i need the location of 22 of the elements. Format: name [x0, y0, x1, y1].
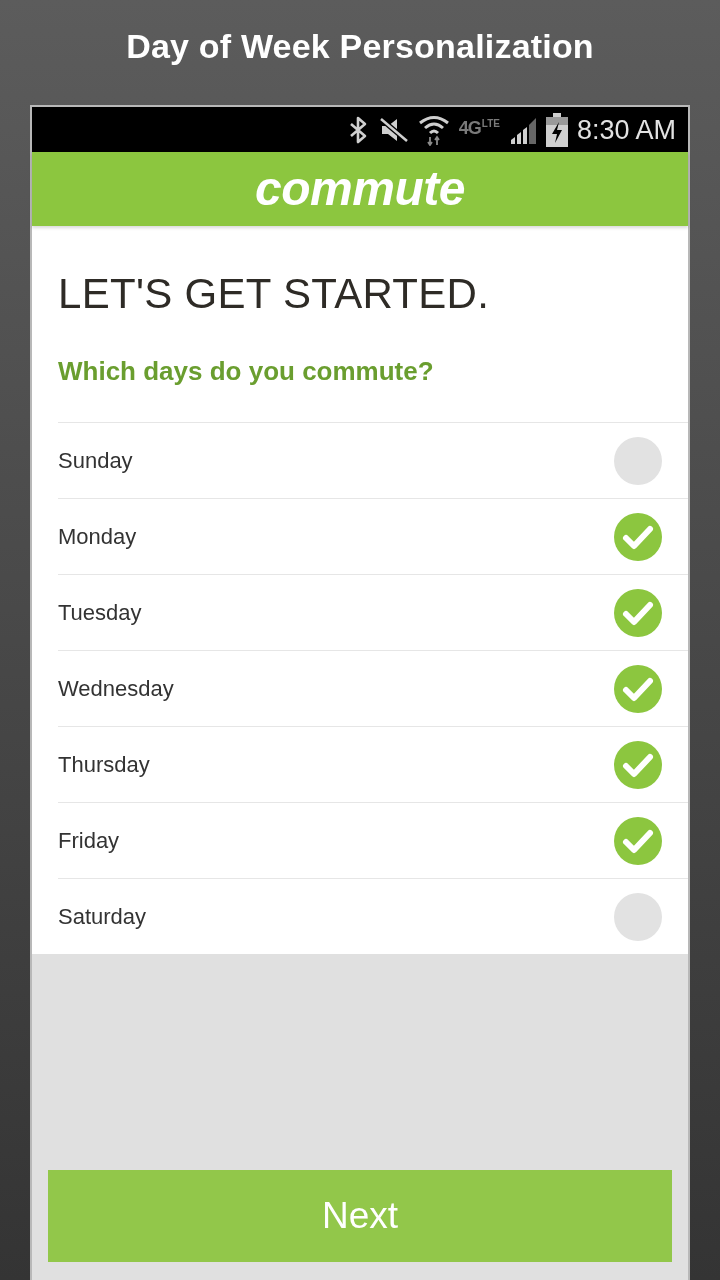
question-text: Which days do you commute? — [58, 356, 435, 386]
page-title: Day of Week Personalization — [126, 27, 594, 67]
check-circle-icon[interactable] — [614, 588, 662, 637]
muted-speaker-icon — [378, 116, 409, 143]
day-label[interactable]: Saturday — [58, 903, 147, 930]
check-circle-icon[interactable] — [614, 512, 662, 561]
heading: LET'S GET STARTED. — [58, 269, 491, 319]
day-label[interactable]: Thursday — [58, 751, 150, 778]
check-circle-icon[interactable] — [614, 740, 662, 789]
app-logo-text: commute — [255, 161, 465, 217]
empty-circle-icon[interactable] — [614, 892, 662, 941]
day-label[interactable]: Wednesday — [58, 675, 174, 702]
empty-circle-icon[interactable] — [614, 436, 662, 485]
day-label[interactable]: Monday — [58, 523, 137, 550]
day-label[interactable]: Tuesday — [58, 599, 142, 626]
battery-charging-icon — [545, 112, 568, 147]
day-label[interactable]: Friday — [58, 827, 120, 854]
check-circle-icon[interactable] — [614, 664, 662, 713]
wifi-icon — [417, 113, 450, 146]
check-circle-icon[interactable] — [614, 816, 662, 865]
clock-time: 8:30 AM — [576, 114, 676, 145]
day-label[interactable]: Sunday — [58, 447, 133, 474]
